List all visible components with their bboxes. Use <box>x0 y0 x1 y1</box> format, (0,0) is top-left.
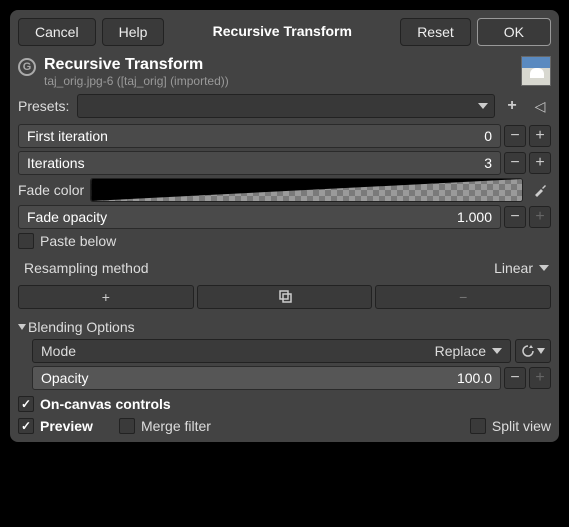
opacity-field[interactable]: Opacity 100.0 <box>32 366 501 390</box>
expand-icon <box>18 324 26 330</box>
merge-filter-checkbox[interactable] <box>119 418 135 434</box>
fade-color-label: Fade color <box>18 182 84 198</box>
header-text: Recursive Transform taj_orig.jpg-6 ([taj… <box>44 56 513 88</box>
first-iteration-row: First iteration 0 − + <box>18 124 551 148</box>
dialog-buttons: Cancel Help Recursive Transform Reset OK <box>18 18 551 46</box>
presets-label: Presets: <box>18 98 69 114</box>
split-view-label: Split view <box>492 418 551 434</box>
paste-below-row: Paste below <box>18 233 551 249</box>
transform-duplicate-button[interactable] <box>197 285 373 309</box>
header-subtitle: taj_orig.jpg-6 ([taj_orig] (imported)) <box>44 74 513 88</box>
mode-switch-button[interactable] <box>515 339 551 363</box>
fade-color-row: Fade color <box>18 178 551 202</box>
minus-icon: − <box>510 369 519 387</box>
mode-label: Mode <box>41 343 76 359</box>
header: G Recursive Transform taj_orig.jpg-6 ([t… <box>18 56 551 88</box>
opacity-label: Opacity <box>41 370 88 386</box>
cancel-button[interactable]: Cancel <box>18 18 96 46</box>
first-iteration-dec[interactable]: − <box>504 125 526 147</box>
eyedropper-icon <box>532 182 548 198</box>
opacity-inc: + <box>529 367 551 389</box>
chevron-down-icon <box>537 348 545 354</box>
preset-manage-button[interactable]: ◁ <box>529 95 551 117</box>
dialog-title: Recursive Transform <box>170 18 394 46</box>
minus-icon: − <box>510 154 519 172</box>
on-canvas-checkbox[interactable] <box>18 396 34 412</box>
iterations-row: Iterations 3 − + <box>18 151 551 175</box>
paste-below-label: Paste below <box>40 233 116 249</box>
fade-opacity-label: Fade opacity <box>27 209 107 225</box>
help-button[interactable]: Help <box>102 18 165 46</box>
chevron-down-icon <box>539 265 549 271</box>
presets-row: Presets: + ◁ <box>18 94 551 118</box>
presets-select[interactable] <box>77 94 495 118</box>
first-iteration-inc[interactable]: + <box>529 125 551 147</box>
transform-remove-button[interactable]: − <box>375 285 551 309</box>
first-iteration-value: 0 <box>484 128 492 144</box>
opacity-dec[interactable]: − <box>504 367 526 389</box>
blending-label: Blending Options <box>28 319 135 335</box>
fade-color-picker[interactable] <box>529 179 551 201</box>
mode-row: Mode Replace <box>32 339 551 363</box>
header-title: Recursive Transform <box>44 56 513 74</box>
opacity-row: Opacity 100.0 − + <box>32 366 551 390</box>
on-canvas-label: On-canvas controls <box>40 396 171 412</box>
minus-icon: − <box>510 127 519 145</box>
resampling-value: Linear <box>494 260 533 276</box>
fade-opacity-inc: + <box>529 206 551 228</box>
plus-icon: + <box>535 208 544 226</box>
blending-header[interactable]: Blending Options <box>18 319 551 335</box>
minus-icon: − <box>459 289 467 305</box>
first-iteration-field[interactable]: First iteration 0 <box>18 124 501 148</box>
dialog: Cancel Help Recursive Transform Reset OK… <box>10 10 559 442</box>
resampling-label: Resampling method <box>24 260 149 276</box>
fade-opacity-dec[interactable]: − <box>504 206 526 228</box>
ok-button[interactable]: OK <box>477 18 551 46</box>
bottom-row: Preview Merge filter Split view <box>18 418 551 434</box>
plus-icon: + <box>535 369 544 387</box>
iterations-value: 3 <box>484 155 492 171</box>
paste-below-checkbox[interactable] <box>18 233 34 249</box>
on-canvas-row: On-canvas controls <box>18 396 551 412</box>
switch-icon <box>521 344 535 358</box>
first-iteration-label: First iteration <box>27 128 108 144</box>
plus-icon: + <box>535 154 544 172</box>
mode-select[interactable]: Mode Replace <box>32 339 511 363</box>
minus-icon: − <box>510 208 519 226</box>
fade-opacity-field[interactable]: Fade opacity 1.000 <box>18 205 501 229</box>
iterations-dec[interactable]: − <box>504 152 526 174</box>
reset-button[interactable]: Reset <box>400 18 471 46</box>
transform-add-button[interactable]: + <box>18 285 194 309</box>
iterations-label: Iterations <box>27 155 85 171</box>
gegl-icon: G <box>18 58 36 76</box>
split-view-checkbox[interactable] <box>470 418 486 434</box>
mode-value: Replace <box>435 343 486 359</box>
merge-filter-label: Merge filter <box>141 418 211 434</box>
transform-buttons: + − <box>18 285 551 309</box>
preview-checkbox[interactable] <box>18 418 34 434</box>
chevron-down-icon <box>478 103 488 109</box>
preset-add-button[interactable]: + <box>501 95 523 117</box>
chevron-down-icon <box>492 348 502 354</box>
iterations-field[interactable]: Iterations 3 <box>18 151 501 175</box>
thumbnail[interactable] <box>521 56 551 86</box>
manage-icon: ◁ <box>535 98 546 115</box>
fade-opacity-value: 1.000 <box>457 209 492 225</box>
plus-icon: + <box>535 127 544 145</box>
resampling-row[interactable]: Resampling method Linear <box>18 255 551 281</box>
preview-label: Preview <box>40 418 93 434</box>
fade-color-well[interactable] <box>90 178 523 202</box>
plus-icon: + <box>507 97 516 115</box>
duplicate-icon <box>277 290 293 304</box>
plus-icon: + <box>102 289 110 305</box>
iterations-inc[interactable]: + <box>529 152 551 174</box>
fade-opacity-row: Fade opacity 1.000 − + <box>18 205 551 229</box>
opacity-value: 100.0 <box>457 370 492 386</box>
